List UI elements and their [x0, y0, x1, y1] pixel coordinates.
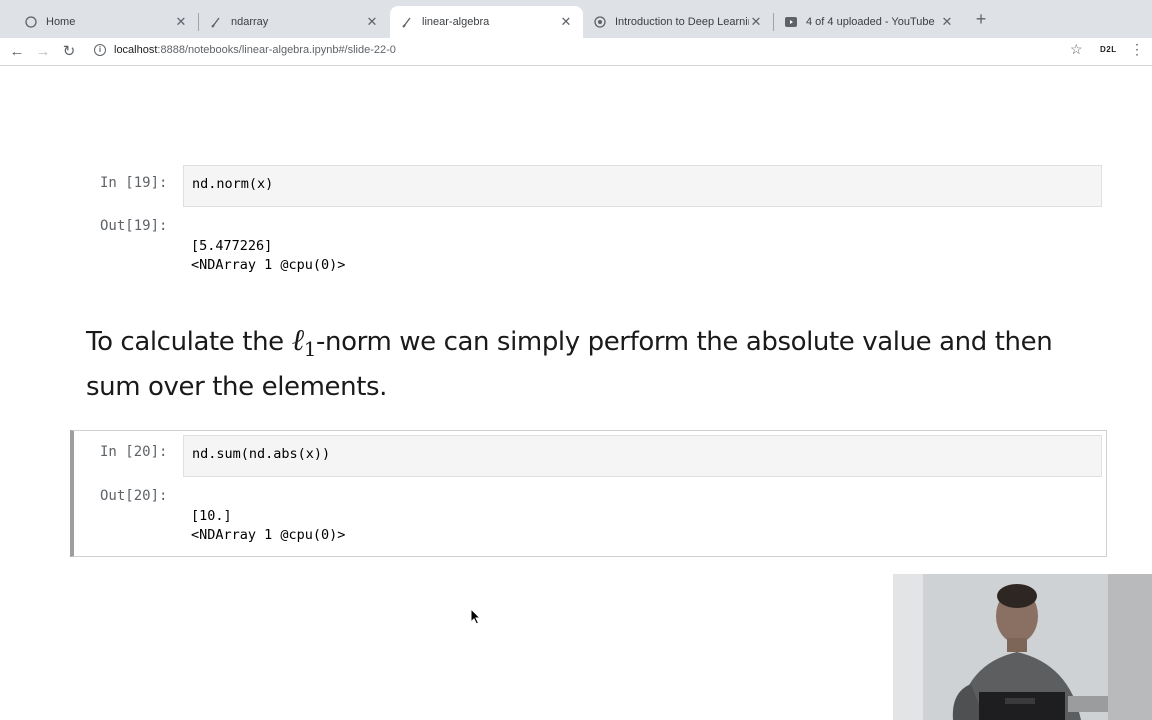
tab-title: ndarray	[231, 16, 269, 28]
close-icon[interactable]: ✕	[365, 14, 379, 30]
tab-linear-algebra[interactable]: linear-algebra ✕	[390, 6, 583, 38]
code-input-area[interactable]: nd.norm(x)	[183, 165, 1102, 207]
tab-title: Home	[46, 16, 76, 28]
output-text: [10.] <NDArray 1 @cpu(0)>	[191, 507, 345, 545]
reload-icon[interactable]: ↻	[58, 41, 80, 63]
jupyter-icon	[24, 15, 38, 29]
close-icon[interactable]: ✕	[174, 14, 188, 30]
chrome-icon	[593, 15, 607, 29]
close-icon[interactable]: ✕	[940, 14, 954, 30]
more-menu-icon[interactable]: ⋮	[1130, 41, 1144, 58]
forward-arrow-icon[interactable]: →	[32, 41, 54, 63]
tab-bar: Home ✕ ndarray ✕ linear-algebra ✕ Introd…	[0, 0, 1152, 38]
tab-title: 4 of 4 uploaded - YouTube	[806, 16, 935, 28]
back-arrow-icon[interactable]: ←	[6, 41, 28, 63]
tab-title: Introduction to Deep Learning	[615, 16, 749, 28]
input-prompt: In [19]:	[100, 175, 168, 191]
d2l-extension-icon[interactable]: D2L	[1100, 45, 1117, 54]
youtube-icon	[784, 15, 798, 29]
info-icon[interactable]: i	[94, 44, 106, 56]
browser-toolbar: ← → ↻ i localhost:8888/notebooks/linear-…	[0, 38, 1152, 66]
output-prompt: Out[19]:	[100, 218, 168, 234]
code-text: nd.sum(nd.abs(x))	[192, 446, 331, 462]
address-bar[interactable]: i localhost:8888/notebooks/linear-algebr…	[86, 40, 1096, 62]
close-icon[interactable]: ✕	[749, 14, 763, 30]
output-line: <NDArray 1 @cpu(0)>	[191, 527, 346, 543]
notebook-icon	[209, 15, 223, 29]
new-tab-button[interactable]: +	[972, 9, 990, 29]
code-text: nd.norm(x)	[192, 176, 274, 192]
close-icon[interactable]: ✕	[559, 14, 573, 30]
subscript: 1	[303, 337, 317, 361]
output-prompt: Out[20]:	[100, 488, 168, 504]
tab-title: linear-algebra	[422, 16, 490, 28]
tab-home[interactable]: Home ✕	[14, 6, 198, 38]
url-text: localhost:8888/notebooks/linear-algebra.…	[114, 44, 396, 56]
input-prompt: In [20]:	[100, 444, 168, 460]
output-text: [5.477226] <NDArray 1 @cpu(0)>	[191, 237, 345, 275]
tab-intro-deep-learning[interactable]: Introduction to Deep Learning ✕	[583, 6, 773, 38]
output-line: <NDArray 1 @cpu(0)>	[191, 257, 346, 273]
webcam-video-overlay	[893, 574, 1152, 720]
bookmark-star-icon[interactable]: ☆	[1070, 41, 1083, 58]
tab-ndarray[interactable]: ndarray ✕	[199, 6, 389, 38]
ell-symbol: ℓ	[291, 323, 305, 358]
code-input-area[interactable]: nd.sum(nd.abs(x))	[183, 435, 1102, 477]
output-line: [5.477226]	[191, 238, 273, 254]
markdown-cell: To calculate the ℓ1-norm we can simply p…	[86, 323, 1053, 402]
tab-youtube[interactable]: 4 of 4 uploaded - YouTube ✕	[774, 6, 964, 38]
notebook-icon	[400, 15, 414, 29]
output-line: [10.]	[191, 508, 232, 524]
